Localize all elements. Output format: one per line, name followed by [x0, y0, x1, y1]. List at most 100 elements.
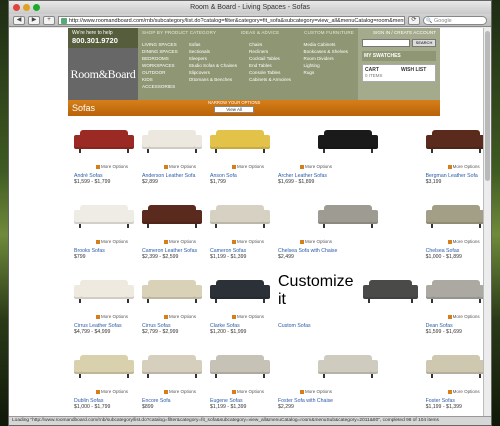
- category-link[interactable]: Sofas: [189, 41, 243, 48]
- more-options-link[interactable]: More Options: [448, 164, 483, 169]
- product-card[interactable]: More Options Bergman Leather Sofa $3,199: [425, 119, 483, 190]
- scrollbar-thumb[interactable]: [485, 31, 490, 181]
- more-options-link[interactable]: More Options: [96, 389, 134, 394]
- forward-button[interactable]: ▶: [28, 15, 40, 25]
- category-link[interactable]: Cabinets & Armoires: [249, 76, 298, 83]
- more-options-link[interactable]: More Options: [448, 239, 483, 244]
- product-card[interactable]: More Options Dublin Sofas $1,000 - $1,799: [74, 344, 134, 415]
- more-options-link[interactable]: More Options: [232, 239, 270, 244]
- reload-button[interactable]: ⟳: [408, 15, 420, 25]
- product-card[interactable]: More Options Brooks Sofas $799: [74, 194, 134, 265]
- wish-list-link[interactable]: WISH LIST: [399, 65, 435, 81]
- minimize-window-button[interactable]: [23, 4, 30, 11]
- product-card[interactable]: More Options Anderson Leather Sofa $2,899: [142, 119, 202, 190]
- room-link[interactable]: OUTDOOR: [142, 69, 183, 76]
- more-options-link[interactable]: More Options: [300, 164, 418, 169]
- ideas-advice-heading[interactable]: IDEAS & ADVICE: [241, 30, 279, 35]
- product-image[interactable]: Customize it: [278, 269, 418, 313]
- product-card[interactable]: More Options Cirrus Leather Sofas $4,799 -…: [74, 269, 134, 340]
- product-card[interactable]: More Options Archer Leather Sofas $1,699 -…: [278, 119, 418, 190]
- room-link[interactable]: KIDS: [142, 76, 183, 83]
- product-image[interactable]: [142, 344, 202, 388]
- room-link[interactable]: WORKSPACES: [142, 62, 183, 69]
- product-image[interactable]: [425, 119, 483, 163]
- filter-select[interactable]: View All: [214, 106, 255, 113]
- product-card[interactable]: More Options Anson Sofa $1,799: [210, 119, 270, 190]
- product-card[interactable]: More Options Cameron Leather Sofas $2,399 …: [142, 194, 202, 265]
- cart-link[interactable]: CART 0 ITEMS: [363, 65, 399, 81]
- more-options-link[interactable]: More Options: [232, 314, 270, 319]
- more-options-link[interactable]: More Options: [232, 164, 270, 169]
- product-image[interactable]: [425, 344, 483, 388]
- more-options-link[interactable]: More Options: [300, 389, 418, 394]
- sign-in-link[interactable]: SIGN IN / CREATE ACCOUNT: [362, 30, 436, 35]
- product-card[interactable]: More Options Foster Sofas $1,199 - $1,399: [425, 344, 483, 415]
- zoom-window-button[interactable]: [33, 4, 40, 11]
- more-options-link[interactable]: More Options: [164, 164, 202, 169]
- room-link[interactable]: DINING SPACES: [142, 48, 183, 55]
- more-options-link[interactable]: More Options: [96, 164, 134, 169]
- more-options-link[interactable]: More Options: [232, 389, 270, 394]
- site-search-input[interactable]: [362, 39, 410, 47]
- product-image[interactable]: [142, 194, 202, 238]
- site-search-button[interactable]: SEARCH: [412, 39, 436, 47]
- category-link[interactable]: Sleepers: [189, 55, 243, 62]
- product-card[interactable]: More Options Chelsea Sofas $1,000 - $1,899: [425, 194, 483, 265]
- add-bookmark-button[interactable]: +: [43, 15, 55, 25]
- product-image[interactable]: [74, 194, 134, 238]
- product-image[interactable]: [425, 269, 483, 313]
- product-name[interactable]: Custom Sofas: [278, 323, 418, 329]
- product-card[interactable]: More Options Cirrus Sofas $2,799 - $2,999: [142, 269, 202, 340]
- category-link[interactable]: Room Dividers: [304, 55, 354, 62]
- my-swatches-link[interactable]: MY SWATCHES: [362, 51, 436, 61]
- product-image[interactable]: [210, 119, 270, 163]
- product-card[interactable]: More Options Clarke Sofas $1,200 - $1,999: [210, 269, 270, 340]
- product-image[interactable]: [142, 119, 202, 163]
- category-link[interactable]: Recliners: [249, 48, 298, 55]
- product-card[interactable]: More Options Encore Sofa $899: [142, 344, 202, 415]
- category-link[interactable]: End Tables: [249, 62, 298, 69]
- product-image[interactable]: [278, 119, 418, 163]
- more-options-link[interactable]: More Options: [96, 239, 134, 244]
- product-card[interactable]: More Options Cameron Sofas $1,199 - $1,399: [210, 194, 270, 265]
- category-link[interactable]: Chairs: [249, 41, 298, 48]
- category-link[interactable]: Studio Sofas & Chaises: [189, 62, 243, 69]
- category-link[interactable]: Media Cabinets: [304, 41, 354, 48]
- product-image[interactable]: [74, 344, 134, 388]
- product-image[interactable]: [210, 344, 270, 388]
- product-card[interactable]: More Options André Sofas $1,599 - $1,799: [74, 119, 134, 190]
- vertical-scrollbar[interactable]: [483, 28, 491, 416]
- product-image[interactable]: [278, 194, 418, 238]
- product-card[interactable]: More Options Eugene Sofas $1,199 - $1,399: [210, 344, 270, 415]
- more-options-link[interactable]: More Options: [448, 389, 483, 394]
- more-options-link[interactable]: More Options: [164, 389, 202, 394]
- category-link[interactable]: Slipcovers: [189, 69, 243, 76]
- more-options-link[interactable]: More Options: [96, 314, 134, 319]
- product-image[interactable]: [278, 344, 418, 388]
- category-link[interactable]: Ottomans & Benches: [189, 76, 243, 83]
- shop-by-category-heading[interactable]: SHOP BY PRODUCT CATEGORY: [142, 30, 216, 35]
- more-options-link[interactable]: More Options: [164, 239, 202, 244]
- product-image[interactable]: [74, 269, 134, 313]
- product-card[interactable]: More Options Dean Sofas $1,599 - $1,699: [425, 269, 483, 340]
- more-options-link[interactable]: More Options: [164, 314, 202, 319]
- category-link[interactable]: Bookcases & Shelves: [304, 48, 354, 55]
- site-logo[interactable]: Room&Board: [68, 48, 138, 100]
- category-link[interactable]: Cocktail Tables: [249, 55, 298, 62]
- product-image[interactable]: [210, 269, 270, 313]
- room-link[interactable]: ACCESSORIES: [142, 83, 183, 90]
- more-options-link[interactable]: More Options: [300, 239, 418, 244]
- custom-furniture-heading[interactable]: CUSTOM FURNITURE: [304, 30, 354, 35]
- category-link[interactable]: Sectionals: [189, 48, 243, 55]
- room-link[interactable]: LIVING SPACES: [142, 41, 183, 48]
- address-bar[interactable]: http://www.roomandboard.com/rnb/subcateg…: [58, 15, 405, 25]
- category-link[interactable]: Console Tables: [249, 69, 298, 76]
- product-card[interactable]: More Options Foster Sofa with Chaise $2,29…: [278, 344, 418, 415]
- product-image[interactable]: [142, 269, 202, 313]
- room-link[interactable]: BEDROOMS: [142, 55, 183, 62]
- product-image[interactable]: [210, 194, 270, 238]
- category-link[interactable]: Rugs: [304, 69, 354, 76]
- back-button[interactable]: ◀: [13, 15, 25, 25]
- product-image[interactable]: [425, 194, 483, 238]
- product-image[interactable]: [74, 119, 134, 163]
